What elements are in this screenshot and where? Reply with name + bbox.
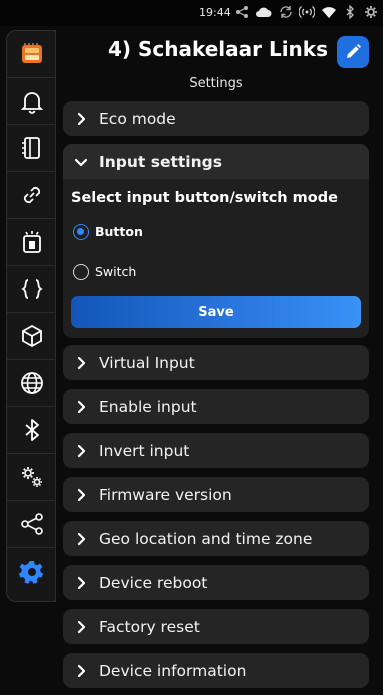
- chevron-right-icon: [77, 576, 86, 589]
- radio-label-switch[interactable]: Switch: [95, 264, 136, 279]
- section-label: Virtual Input: [99, 353, 195, 372]
- section-invert-input[interactable]: Invert input: [63, 433, 369, 468]
- section-input-settings: Input settings Select input button/switc…: [63, 144, 369, 338]
- radio-switch-mode[interactable]: [73, 264, 89, 280]
- share-nodes-icon: [21, 513, 43, 535]
- sidebar-item-notifications[interactable]: [7, 78, 55, 125]
- wifi-icon: [322, 7, 336, 18]
- sidebar-item-device[interactable]: [7, 31, 55, 78]
- section-eco-mode[interactable]: Eco mode: [63, 101, 369, 136]
- status-time: 19:44: [199, 6, 231, 19]
- section-device-information[interactable]: Device information: [63, 653, 369, 688]
- chevron-right-icon: [77, 664, 86, 677]
- section-label: Firmware version: [99, 485, 232, 504]
- chevron-right-icon: [77, 112, 86, 125]
- cube-icon: [22, 324, 42, 348]
- sidebar-item-settings[interactable]: [7, 548, 55, 595]
- section-label: Geo location and time zone: [99, 529, 313, 548]
- device-icon: [22, 43, 42, 63]
- input-mode-question: Select input button/switch mode: [71, 190, 338, 206]
- sidebar: [6, 30, 56, 602]
- chevron-down-icon: [74, 158, 88, 166]
- section-factory-reset[interactable]: Factory reset: [63, 609, 369, 644]
- section-input-settings-header[interactable]: Input settings: [63, 144, 369, 179]
- chevron-right-icon: [77, 620, 86, 633]
- page-subtitle: Settings: [189, 76, 243, 91]
- sidebar-item-links[interactable]: [7, 172, 55, 219]
- sidebar-item-network[interactable]: [7, 360, 55, 407]
- link-icon: [23, 186, 41, 204]
- settings-gear-icon: [19, 560, 43, 584]
- sidebar-item-inputs[interactable]: [7, 219, 55, 266]
- section-device-reboot[interactable]: Device reboot: [63, 565, 369, 600]
- sidebar-item-modules[interactable]: [7, 313, 55, 360]
- bell-icon: [20, 92, 44, 114]
- chevron-right-icon: [77, 444, 86, 457]
- section-label: Device information: [99, 661, 247, 680]
- chevron-right-icon: [77, 356, 86, 369]
- chevron-right-icon: [77, 488, 86, 501]
- section-label: Eco mode: [99, 109, 176, 128]
- section-virtual-input[interactable]: Virtual Input: [63, 345, 369, 380]
- section-label: Enable input: [99, 397, 197, 416]
- sidebar-item-share[interactable]: [7, 501, 55, 548]
- chevron-right-icon: [77, 532, 86, 545]
- status-bar: 19:44: [0, 0, 383, 26]
- bluetooth-icon: [346, 5, 354, 19]
- share-icon: [236, 6, 248, 18]
- code-braces-icon: [21, 279, 43, 299]
- section-label: Factory reset: [99, 617, 200, 636]
- save-button[interactable]: Save: [71, 296, 361, 328]
- section-label: Invert input: [99, 441, 190, 460]
- sidebar-item-scripts[interactable]: [7, 266, 55, 313]
- page-title: 4) Schakelaar Links: [107, 37, 328, 61]
- panel-icon: [22, 137, 40, 159]
- section-label: Device reboot: [99, 573, 208, 592]
- section-label: Input settings: [99, 152, 222, 171]
- settings-icon: [365, 6, 377, 18]
- edit-button[interactable]: [337, 36, 369, 68]
- globe-icon: [21, 372, 43, 394]
- section-geo-location[interactable]: Geo location and time zone: [63, 521, 369, 556]
- pencil-icon: [347, 44, 361, 58]
- cloud-icon: [256, 7, 272, 17]
- sidebar-item-advanced[interactable]: [7, 454, 55, 501]
- sidebar-item-panel[interactable]: [7, 125, 55, 172]
- sidebar-item-bluetooth[interactable]: [7, 407, 55, 454]
- radio-button-mode[interactable]: [73, 224, 89, 240]
- hotspot-icon: [299, 6, 315, 18]
- radio-label-button[interactable]: Button: [95, 224, 143, 239]
- sync-icon: [280, 6, 292, 18]
- chevron-right-icon: [77, 400, 86, 413]
- section-enable-input[interactable]: Enable input: [63, 389, 369, 424]
- gears-icon: [22, 467, 42, 487]
- section-firmware-version[interactable]: Firmware version: [63, 477, 369, 512]
- input-icon: [23, 231, 41, 253]
- bluetooth-icon: [25, 419, 39, 441]
